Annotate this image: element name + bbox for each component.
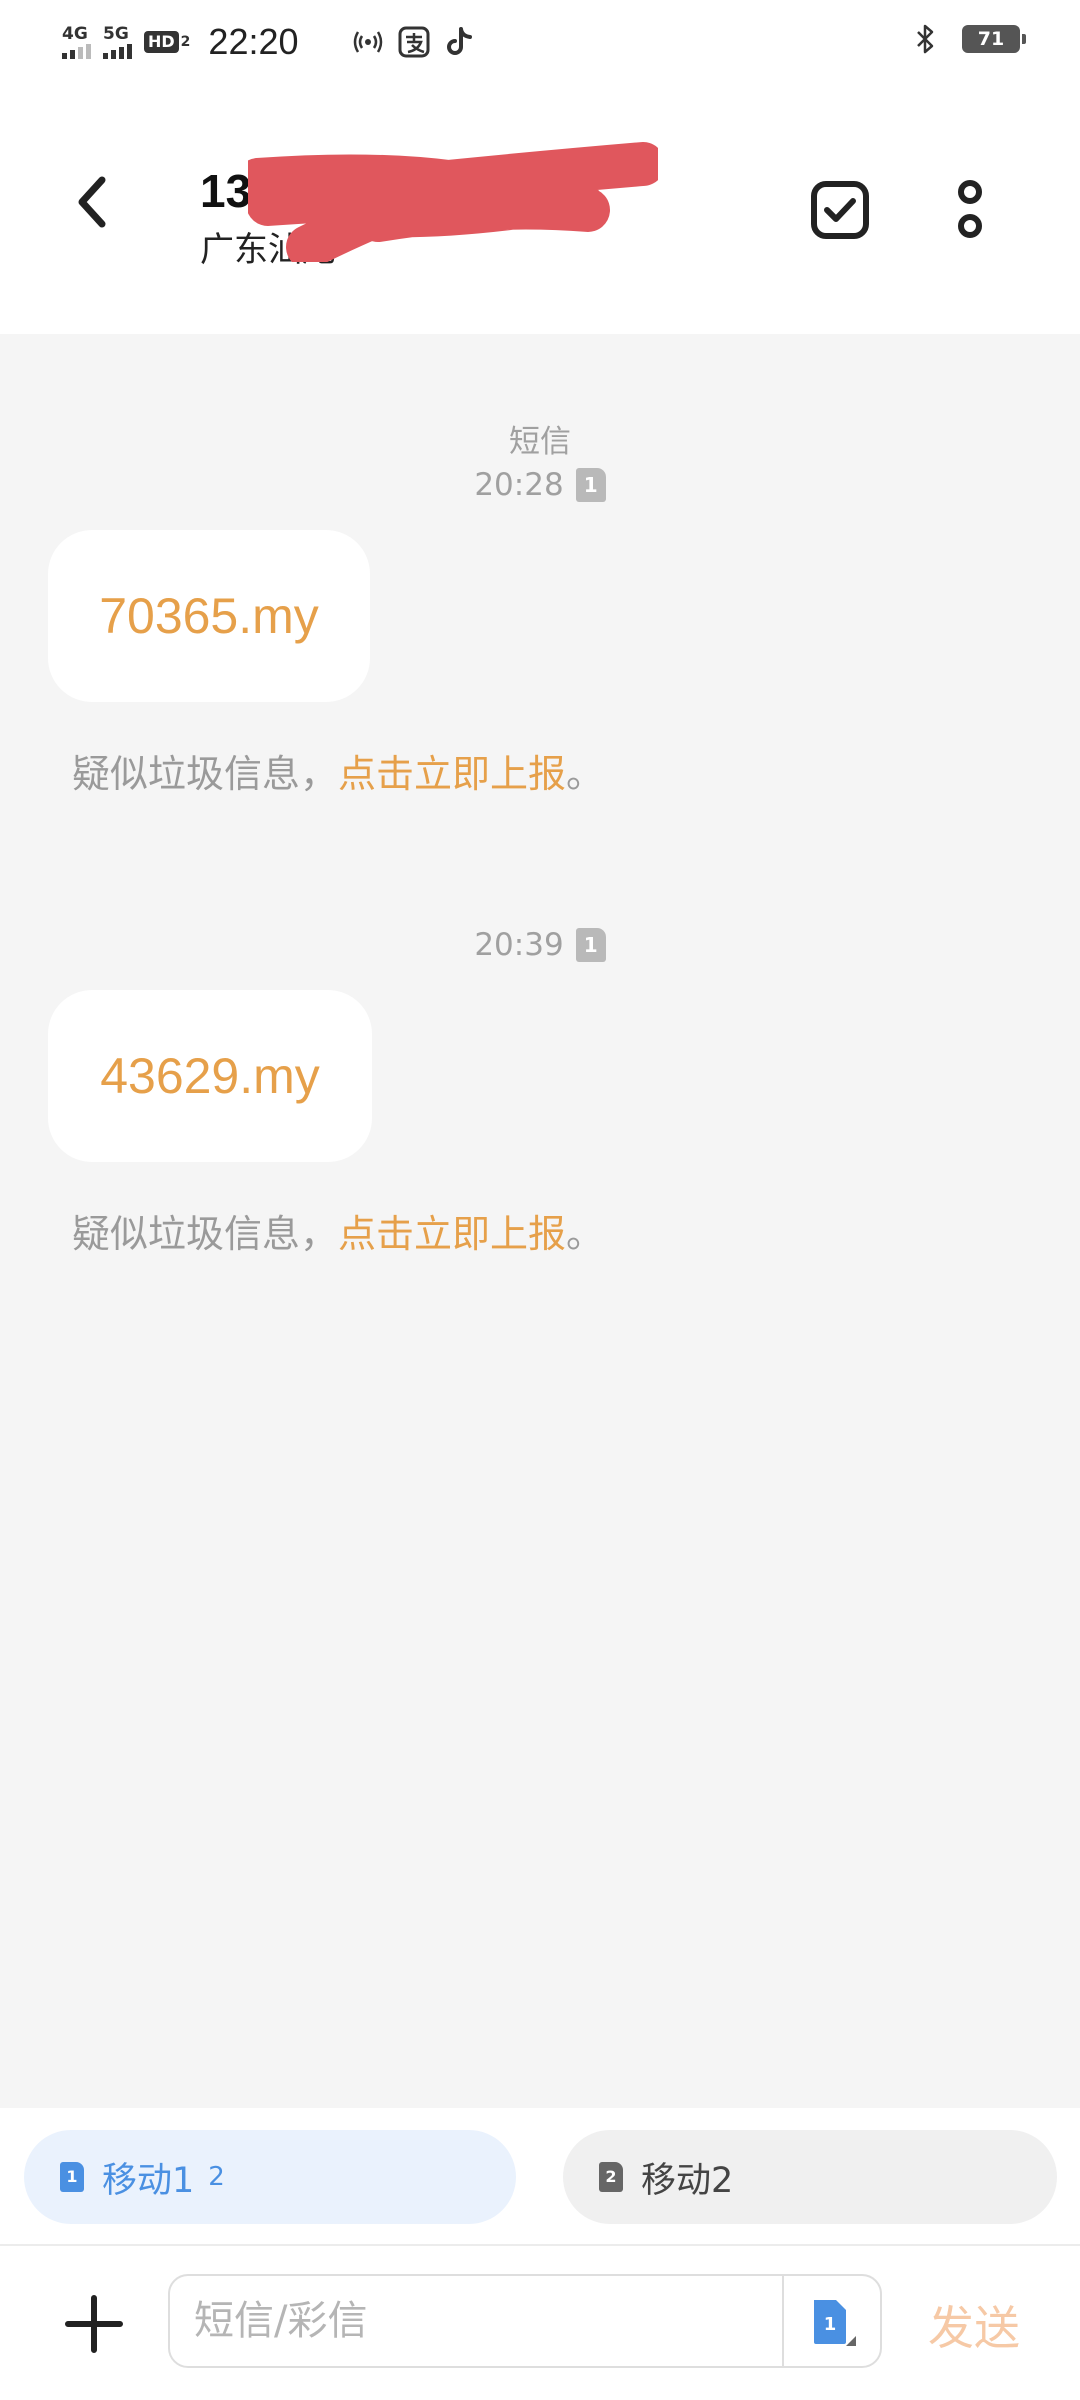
spam-warning-suffix: 。	[566, 752, 605, 796]
more-options-button[interactable]	[940, 174, 1000, 246]
sim-card-icon: 2	[599, 2162, 623, 2192]
chevron-left-icon	[78, 176, 106, 228]
status-bar: 4G 5G HD 2 22:20 71	[0, 0, 1080, 84]
spam-warning-suffix: 。	[566, 1212, 605, 1256]
spam-warning: 疑似垃圾信息，点击立即上报。	[72, 748, 604, 800]
message-input-box: 1	[168, 2274, 882, 2368]
signal-4g: 4G	[62, 25, 91, 59]
spam-warning-text: 疑似垃圾信息，	[72, 752, 339, 796]
sim-selector: 1 移动1 2 2 移动2	[0, 2108, 1080, 2244]
alipay-icon	[397, 25, 431, 59]
report-spam-link[interactable]: 点击立即上报	[338, 752, 566, 796]
bluetooth-icon	[908, 22, 942, 56]
hd-sub: 2	[180, 34, 191, 50]
status-left: 4G 5G HD 2 22:20	[62, 18, 477, 66]
back-button[interactable]	[62, 172, 122, 232]
tiktok-icon	[443, 25, 477, 59]
sim1-sub: 2	[208, 2162, 225, 2192]
message-bubble[interactable]: 70365.my	[48, 530, 370, 702]
signal-5g-label: 5G	[103, 24, 129, 44]
timestamp-text: 20:28	[474, 467, 564, 503]
sim-card-icon: 1	[575, 928, 606, 962]
checkbox-icon	[811, 181, 869, 239]
message-text[interactable]: 70365.my	[99, 587, 319, 645]
message-timestamp: 20:39 1	[0, 925, 1080, 965]
message-bubble[interactable]: 43629.my	[48, 990, 372, 1162]
sim1-label: 移动1	[102, 2160, 195, 2201]
sim-card-icon: 1	[60, 2162, 84, 2192]
hd-label: HD	[144, 31, 179, 53]
send-button[interactable]: 发送	[928, 2292, 1020, 2358]
conversation-header: 13 广东汕尾	[0, 84, 1080, 334]
signal-5g: 5G	[103, 25, 132, 59]
hd-voice-icon: HD 2	[144, 31, 190, 53]
plus-icon	[65, 2295, 123, 2353]
battery-icon: 71	[962, 25, 1026, 53]
svg-text:1: 1	[824, 2314, 837, 2335]
redaction-scribble	[248, 142, 658, 262]
more-vertical-icon	[958, 180, 982, 238]
status-time: 22:20	[208, 21, 299, 62]
timestamp-text: 20:39	[474, 927, 564, 963]
message-timestamp: 20:28 1	[0, 465, 1080, 505]
sim-switch-button[interactable]: 1	[806, 2296, 858, 2348]
sim2-label: 移动2	[641, 2160, 734, 2201]
spam-warning: 疑似垃圾信息，点击立即上报。	[72, 1208, 604, 1260]
spam-warning-text: 疑似垃圾信息，	[72, 1212, 339, 1256]
sim-card-icon: 1	[814, 2300, 856, 2346]
status-right: 71	[908, 22, 1026, 56]
sim2-button[interactable]: 2 移动2	[563, 2130, 1057, 2224]
signal-bars-icon	[62, 43, 91, 59]
composer-bar: 1 发送	[0, 2246, 1080, 2400]
battery-level: 71	[977, 28, 1005, 50]
message-input[interactable]	[194, 2276, 734, 2366]
sim1-button[interactable]: 1 移动1 2	[24, 2130, 516, 2224]
signal-bars-icon	[103, 43, 132, 59]
contact-number: 13	[200, 165, 252, 217]
message-text[interactable]: 43629.my	[100, 1047, 320, 1105]
multi-select-button[interactable]	[806, 176, 874, 244]
sim-card-icon: 1	[575, 468, 606, 502]
report-spam-link[interactable]: 点击立即上报	[338, 1212, 566, 1256]
input-separator	[782, 2276, 784, 2366]
add-attachment-button[interactable]	[62, 2292, 126, 2356]
hotspot-icon	[351, 25, 385, 59]
signal-4g-label: 4G	[62, 24, 88, 44]
message-type-text: 短信	[509, 424, 571, 460]
message-type-label: 短信	[0, 422, 1080, 462]
